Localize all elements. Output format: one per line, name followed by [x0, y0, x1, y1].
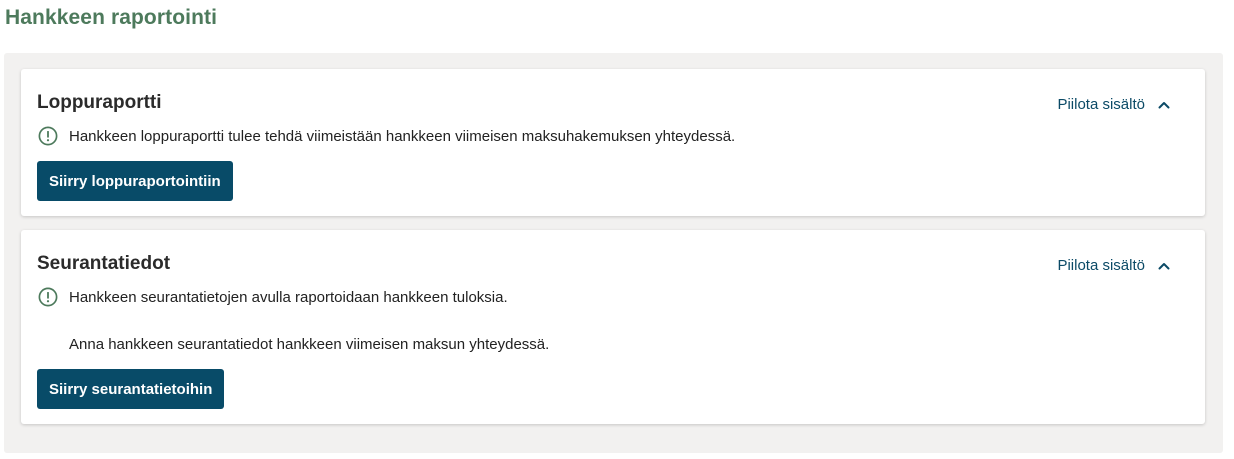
monitoring-data-title: Seurantatiedot — [37, 253, 171, 274]
go-to-monitoring-data-button[interactable]: Siirry seurantatietoihin — [37, 369, 225, 409]
go-to-final-report-button[interactable]: Siirry loppuraportointiin — [37, 161, 233, 201]
final-report-info: Hankkeen loppuraportti tulee tehdä viime… — [38, 126, 735, 146]
reporting-panel: Loppuraportti Piilota sisältö Hankkeen l… — [4, 53, 1223, 453]
final-report-card: Loppuraportti Piilota sisältö Hankkeen l… — [21, 69, 1205, 216]
monitoring-data-instruction-text: Anna hankkeen seurantatiedot hankkeen vi… — [69, 336, 550, 353]
chevron-up-icon — [1158, 101, 1170, 108]
monitoring-data-hide-content-toggle[interactable]: Piilota sisältö — [1057, 257, 1171, 274]
monitoring-data-info: Hankkeen seurantatietojen avulla raporto… — [38, 287, 508, 307]
final-report-hide-content-toggle[interactable]: Piilota sisältö — [1057, 96, 1171, 113]
page-title: Hankkeen raportointi — [5, 6, 218, 29]
monitoring-data-card: Seurantatiedot Piilota sisältö Hankkeen … — [21, 230, 1205, 424]
monitoring-data-info-text: Hankkeen seurantatietojen avulla raporto… — [69, 288, 508, 306]
exclamation-circle-icon — [38, 287, 58, 307]
final-report-info-text: Hankkeen loppuraportti tulee tehdä viime… — [69, 127, 736, 145]
toggle-label: Piilota sisältö — [1057, 257, 1145, 274]
final-report-title: Loppuraportti — [37, 92, 162, 113]
chevron-up-icon — [1158, 262, 1170, 269]
toggle-label: Piilota sisältö — [1057, 96, 1145, 113]
exclamation-circle-icon — [38, 126, 58, 146]
